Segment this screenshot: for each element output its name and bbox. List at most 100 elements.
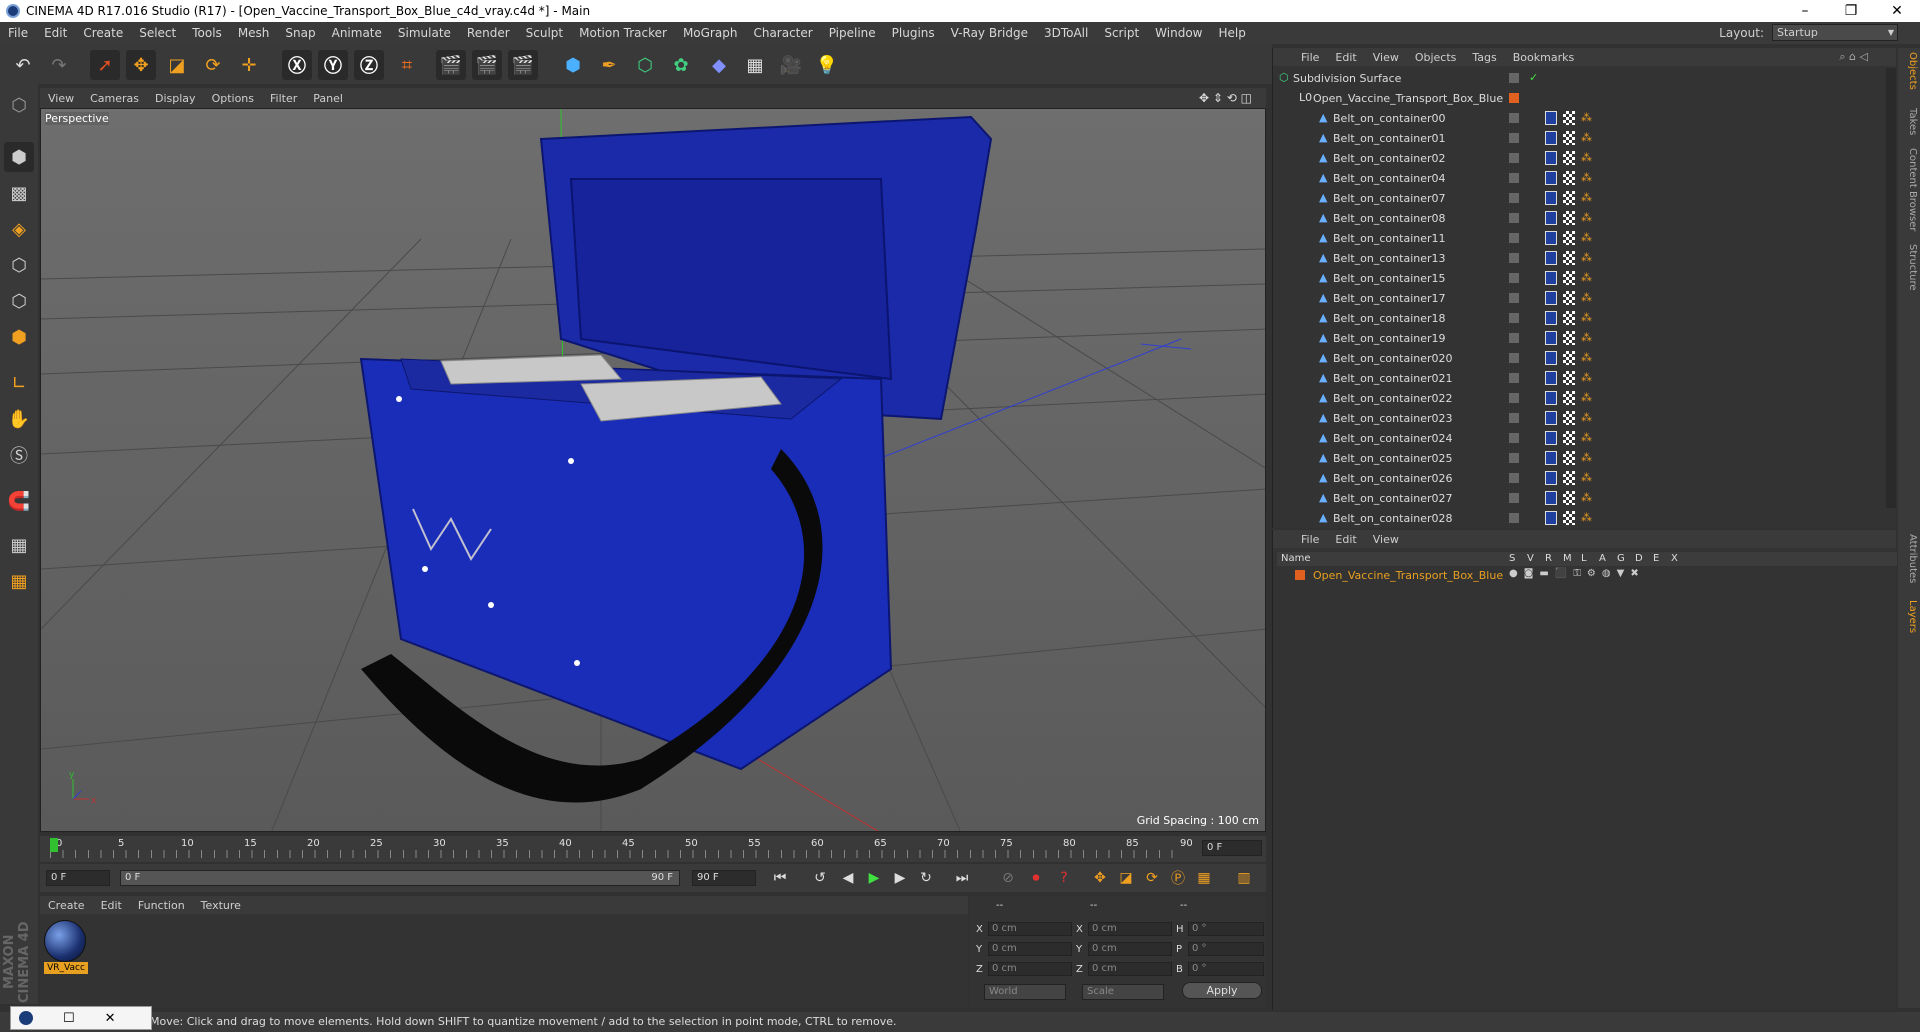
edit-visibility-icon[interactable]	[1509, 153, 1519, 163]
layer-menu-edit[interactable]: Edit	[1327, 533, 1364, 546]
object-row[interactable]: ▲ Belt_on_container026 ⁂	[1273, 468, 1883, 488]
edit-visibility-icon[interactable]	[1509, 333, 1519, 343]
object-row[interactable]: ▲ Belt_on_container18 ⁂	[1273, 308, 1883, 328]
uvw-tag-icon[interactable]	[1563, 511, 1575, 525]
material-menu-function[interactable]: Function	[130, 899, 193, 912]
object-row[interactable]: ▲ Belt_on_container024 ⁂	[1273, 428, 1883, 448]
object-name[interactable]: Belt_on_container11	[1333, 232, 1446, 245]
z-axis-lock-icon[interactable]: Ⓩ	[354, 50, 384, 80]
uvw-tag-icon[interactable]	[1563, 191, 1575, 205]
perspective-viewport[interactable]: y x Perspective Grid Spacing : 100 cm	[40, 108, 1266, 832]
menu-mograph[interactable]: MoGraph	[675, 26, 746, 40]
edit-visibility-icon[interactable]	[1509, 393, 1519, 403]
selection-tag-icon[interactable]: ⁂	[1581, 331, 1593, 345]
spline-pen-icon[interactable]: ✒	[594, 50, 624, 80]
object-name[interactable]: Subdivision Surface	[1293, 72, 1401, 85]
snap-icon[interactable]: Ⓢ	[4, 440, 34, 470]
coordinate-mode-dropdown[interactable]: World	[984, 984, 1066, 1000]
object-name[interactable]: Belt_on_container17	[1333, 292, 1446, 305]
polygons-mode-icon[interactable]: ⬢	[4, 322, 34, 352]
object-row[interactable]: ▲ Belt_on_container01 ⁂	[1273, 128, 1883, 148]
redo-icon[interactable]: ↷	[44, 50, 74, 80]
uvw-tag-icon[interactable]	[1563, 231, 1575, 245]
viewport-menu-panel[interactable]: Panel	[305, 92, 351, 105]
selection-tag-icon[interactable]: ⁂	[1581, 171, 1593, 185]
previous-frame-icon[interactable]: ◀	[836, 867, 860, 889]
transform-tool-icon[interactable]: ✛	[234, 50, 264, 80]
edit-visibility-icon[interactable]	[1509, 473, 1519, 483]
model-mode-icon[interactable]: ⬢	[4, 142, 34, 172]
object-row[interactable]: ▲ Belt_on_container11 ⁂	[1273, 228, 1883, 248]
material-tag-icon[interactable]	[1545, 231, 1557, 245]
object-name[interactable]: Belt_on_container04	[1333, 172, 1446, 185]
object-name[interactable]: Belt_on_container18	[1333, 312, 1446, 325]
edit-visibility-icon[interactable]	[1509, 253, 1519, 263]
edit-visibility-icon[interactable]	[1509, 353, 1519, 363]
object-name[interactable]: Belt_on_container022	[1333, 392, 1453, 405]
edit-visibility-icon[interactable]	[1509, 293, 1519, 303]
object-name[interactable]: Belt_on_container021	[1333, 372, 1453, 385]
object-row[interactable]: ▲ Belt_on_container00 ⁂	[1273, 108, 1883, 128]
x-axis-lock-icon[interactable]: Ⓧ	[282, 50, 312, 80]
object-name[interactable]: Belt_on_container020	[1333, 352, 1453, 365]
layer-toggle-icons[interactable]: ●◙▬⬛⚿⚙◍▼✖	[1509, 568, 1645, 579]
magnet-icon[interactable]: 🧲	[4, 486, 34, 516]
menu-snap[interactable]: Snap	[277, 26, 323, 40]
material-tag-icon[interactable]	[1545, 211, 1557, 225]
selection-tag-icon[interactable]: ⁂	[1581, 491, 1593, 505]
object-name[interactable]: Belt_on_container07	[1333, 192, 1446, 205]
end-frame-field[interactable]: 90 F	[692, 870, 756, 886]
uvw-tag-icon[interactable]	[1563, 151, 1575, 165]
key-scale-icon[interactable]: ◪	[1114, 867, 1138, 889]
material-tag-icon[interactable]	[1545, 131, 1557, 145]
menu-mesh[interactable]: Mesh	[230, 26, 278, 40]
position-x-field[interactable]: 0 cm	[988, 922, 1072, 936]
material-tag-icon[interactable]	[1545, 271, 1557, 285]
taskbar-window-button[interactable]: ☐ ✕	[10, 1006, 152, 1030]
selection-tag-icon[interactable]: ⁂	[1581, 211, 1593, 225]
points-mode-icon[interactable]: ⬡	[4, 250, 34, 280]
material-tag-icon[interactable]	[1545, 511, 1557, 525]
enabled-check-icon[interactable]: ✓	[1529, 71, 1541, 85]
object-menu-bookmarks[interactable]: Bookmarks	[1505, 51, 1582, 64]
texture-mode-icon[interactable]: ▩	[4, 178, 34, 208]
viewport-menu-cameras[interactable]: Cameras	[82, 92, 147, 105]
undo-icon[interactable]: ↶	[8, 50, 38, 80]
axis-mode-icon[interactable]: ∟	[4, 368, 34, 398]
uvw-tag-icon[interactable]	[1563, 431, 1575, 445]
material-tag-icon[interactable]	[1545, 171, 1557, 185]
edit-visibility-icon[interactable]	[1509, 313, 1519, 323]
rotation-b-field[interactable]: 0 °	[1188, 962, 1264, 976]
material-tag-icon[interactable]	[1545, 331, 1557, 345]
move-tool-icon[interactable]: ✥	[126, 50, 156, 80]
material-tag-icon[interactable]	[1545, 371, 1557, 385]
menu-select[interactable]: Select	[131, 26, 184, 40]
size-mode-dropdown[interactable]: Scale	[1082, 984, 1164, 1000]
uvw-tag-icon[interactable]	[1563, 291, 1575, 305]
uvw-tag-icon[interactable]	[1563, 331, 1575, 345]
scale-tool-icon[interactable]: ◪	[162, 50, 192, 80]
layer-menu-view[interactable]: View	[1365, 533, 1407, 546]
edit-visibility-icon[interactable]	[1509, 73, 1519, 83]
size-y-field[interactable]: 0 cm	[1088, 942, 1172, 956]
menu-edit[interactable]: Edit	[36, 26, 75, 40]
edit-visibility-icon[interactable]	[1509, 193, 1519, 203]
object-name[interactable]: Belt_on_container025	[1333, 452, 1453, 465]
selection-tag-icon[interactable]: ⁂	[1581, 371, 1593, 385]
material-tag-icon[interactable]	[1545, 251, 1557, 265]
minimize-button[interactable]: –	[1782, 0, 1828, 22]
object-scrollbar[interactable]	[1886, 68, 1896, 508]
object-row[interactable]: ▲ Belt_on_container17 ⁂	[1273, 288, 1883, 308]
subdivision-surface-icon[interactable]: ⬡	[630, 50, 660, 80]
uvw-tag-icon[interactable]	[1563, 411, 1575, 425]
menu-render[interactable]: Render	[459, 26, 518, 40]
object-menu-view[interactable]: View	[1365, 51, 1407, 64]
menu-animate[interactable]: Animate	[324, 26, 390, 40]
edit-visibility-icon[interactable]	[1509, 113, 1519, 123]
floor-icon[interactable]: ▦	[740, 50, 770, 80]
timeline-ruler[interactable]: 0 5 10 15 20 25 30 35 40 45 50 55 60 65 …	[50, 836, 1193, 860]
next-key-icon[interactable]: ↻	[914, 867, 938, 889]
motion-record-icon[interactable]: ⊘	[996, 867, 1020, 889]
layer-color-swatch[interactable]	[1509, 93, 1519, 103]
rotate-tool-icon[interactable]: ⟳	[198, 50, 228, 80]
